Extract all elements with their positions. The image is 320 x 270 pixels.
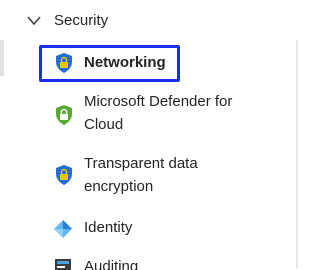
nav-item-identity[interactable]: Identity [0,214,296,242]
nav-item-label: Auditing [84,258,139,270]
nav-item-label-line1: Transparent data [84,155,198,172]
nav-item-label-line1: Microsoft Defender for [84,93,233,110]
nav-item-label-line2: encryption [84,178,154,195]
nav-item-label: Identity [84,219,133,236]
audit-log-icon [55,259,71,270]
shield-lock-icon [56,105,72,125]
security-group-header[interactable]: Security [0,6,298,36]
nav-item-tde[interactable]: Transparent data encryption [0,150,296,200]
nav-item-defender[interactable]: Microsoft Defender for Cloud [0,88,296,138]
nav-item-auditing[interactable]: Auditing [0,254,296,270]
group-label: Security [54,12,109,29]
focus-outline [39,45,180,82]
identity-diamond-icon [54,220,72,238]
scrollbar-track[interactable] [296,40,298,268]
shield-lock-icon [56,165,72,185]
chevron-down-icon [27,16,41,26]
nav-item-label-line2: Cloud [84,116,124,133]
